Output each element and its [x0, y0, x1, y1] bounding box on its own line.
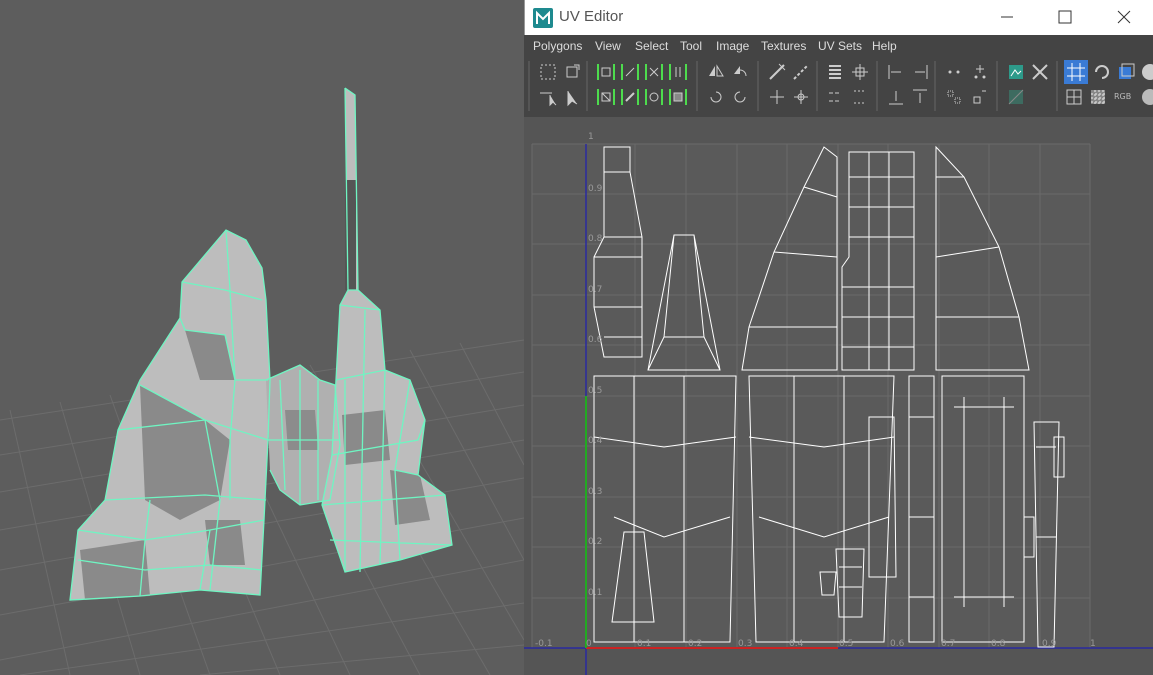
select-vertex-icon[interactable] — [596, 62, 616, 82]
checker-map-icon[interactable] — [1030, 62, 1050, 82]
u-tick: 0.3 — [738, 639, 753, 649]
v-tick: 0.6 — [588, 335, 603, 345]
toolbar-separator — [876, 61, 878, 111]
flip-u-icon[interactable] — [706, 62, 726, 82]
shaded-display-icon[interactable] — [1116, 62, 1136, 82]
menu-help[interactable]: Help — [872, 39, 897, 53]
toolbar-separator — [696, 61, 698, 111]
layout-uv-icon[interactable] — [826, 62, 846, 82]
u-tick: 0.7 — [941, 639, 956, 649]
menu-polygons[interactable]: Polygons — [533, 39, 582, 53]
u-tick: 0.4 — [789, 639, 804, 649]
dim-image-icon[interactable] — [1006, 87, 1026, 107]
align-left-icon[interactable] — [886, 62, 906, 82]
select-shell-icon[interactable] — [596, 87, 616, 107]
u-tick: 1 — [1090, 639, 1096, 649]
v-tick: 0.8 — [588, 234, 603, 244]
window-title: UV Editor — [559, 8, 624, 25]
v-tick: 1 — [588, 132, 594, 142]
grid-uv-icon[interactable] — [850, 62, 870, 82]
v-tick: 0.2 — [588, 537, 603, 547]
rock-mesh — [70, 88, 452, 600]
menu-textures[interactable]: Textures — [761, 39, 806, 53]
flip-v-icon[interactable] — [730, 62, 750, 82]
grid-toggle-icon[interactable] — [1064, 60, 1088, 84]
unfold-icon[interactable] — [767, 87, 787, 107]
u-tick: 0 — [586, 639, 592, 649]
close-button[interactable] — [1101, 0, 1147, 35]
toolbar-separator — [816, 61, 818, 111]
snap-together-icon[interactable] — [970, 62, 990, 82]
uv-grow-icon[interactable] — [562, 62, 582, 82]
menu-select[interactable]: Select — [635, 39, 668, 53]
select-uv-icon[interactable] — [668, 62, 688, 82]
v-tick: 0.3 — [588, 487, 603, 497]
uv-canvas[interactable]: -0.1 0 0.1 0.2 0.3 0.4 0.5 0.6 0.7 0.8 0… — [524, 117, 1153, 675]
toolbar-separator — [1056, 61, 1058, 111]
toolbar-separator — [934, 61, 936, 111]
select-border-icon[interactable] — [620, 87, 640, 107]
maximize-button[interactable] — [1042, 0, 1088, 35]
rotate-ccw-icon[interactable] — [706, 87, 726, 107]
align-right-icon[interactable] — [910, 62, 930, 82]
toolbar-separator — [528, 61, 530, 111]
v-tick: 0.9 — [588, 184, 603, 194]
rotate-uv-icon[interactable] — [1092, 62, 1112, 82]
u-tick: 0.6 — [890, 639, 905, 649]
rgb-channel-label[interactable]: RGB — [1114, 92, 1131, 101]
select-backfacing-icon[interactable] — [668, 87, 688, 107]
v-tick: 0.5 — [588, 386, 603, 396]
rotate-cw-icon[interactable] — [730, 87, 750, 107]
sew-uv-icon[interactable] — [791, 62, 811, 82]
menu-view[interactable]: View — [595, 39, 621, 53]
checker-pattern-icon[interactable] — [1088, 87, 1108, 107]
title-bar[interactable]: UV Editor — [524, 0, 1153, 35]
uv-toolbar: RGB — [524, 57, 1153, 117]
u-tick: 0.5 — [839, 639, 854, 649]
menu-tool[interactable]: Tool — [680, 39, 702, 53]
menu-uv-sets[interactable]: UV Sets — [818, 39, 862, 53]
menu-bar: Polygons View Select Tool Image Textures… — [524, 35, 1153, 57]
normalize-icon[interactable] — [850, 87, 870, 107]
u-tick: -0.1 — [535, 639, 553, 649]
minimize-button[interactable] — [984, 0, 1030, 35]
toolbar-separator — [586, 61, 588, 111]
v-tick: 0.4 — [588, 436, 603, 446]
optimize-icon[interactable] — [791, 87, 811, 107]
select-tool-icon[interactable] — [538, 87, 558, 107]
image-display-icon[interactable] — [1006, 62, 1026, 82]
straighten-icon[interactable] — [826, 87, 846, 107]
sphere-display-icon[interactable] — [1140, 62, 1153, 82]
uv-editor-window: UV Editor Polygons View Select Tool Imag… — [524, 0, 1153, 675]
u-tick: 0.8 — [991, 639, 1006, 649]
maximize-icon — [1058, 10, 1072, 24]
toolbar-separator — [996, 61, 998, 111]
toolbar-separator — [757, 61, 759, 111]
viewport-scene — [0, 87, 524, 675]
maya-app-icon — [533, 8, 553, 28]
cut-uv-icon[interactable] — [767, 62, 787, 82]
u-tick: 0.2 — [688, 639, 703, 649]
u-tick: 0.9 — [1042, 639, 1057, 649]
select-face-icon[interactable] — [644, 62, 664, 82]
uv-grid — [524, 143, 1153, 675]
move-tool-icon[interactable] — [562, 87, 582, 107]
stack-shells-icon[interactable] — [944, 87, 964, 107]
select-overlap-icon[interactable] — [644, 87, 664, 107]
alpha-channel-icon[interactable] — [1140, 87, 1153, 107]
select-edge-icon[interactable] — [620, 62, 640, 82]
match-uv-icon[interactable] — [970, 87, 990, 107]
shell-grid-icon[interactable] — [1064, 87, 1084, 107]
v-tick: 0.1 — [588, 588, 603, 598]
align-top-icon[interactable] — [910, 87, 930, 107]
minimize-icon — [1001, 16, 1013, 18]
u-tick: 0.1 — [637, 639, 652, 649]
menu-image[interactable]: Image — [716, 39, 749, 53]
distribute-icon[interactable] — [944, 62, 964, 82]
v-tick: 0.7 — [588, 285, 603, 295]
perspective-viewport[interactable] — [0, 0, 524, 675]
uv-bounding-box-icon[interactable] — [538, 62, 558, 82]
align-bottom-icon[interactable] — [886, 87, 906, 107]
close-icon — [1117, 10, 1131, 24]
